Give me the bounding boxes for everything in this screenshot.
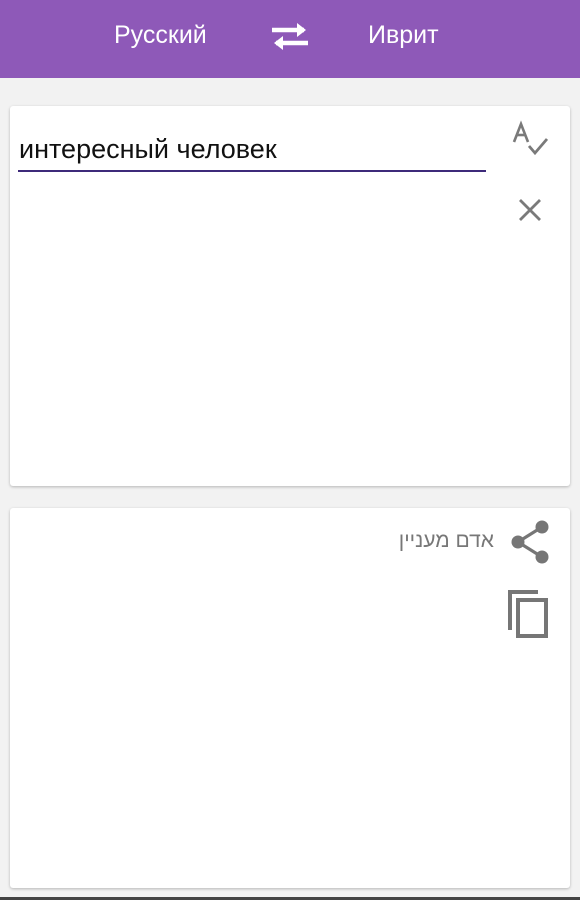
share-button[interactable] (506, 518, 554, 566)
target-language-button[interactable]: Иврит (368, 18, 439, 52)
output-card: אדם מעניין (10, 508, 570, 888)
close-icon (519, 199, 541, 221)
spellcheck-icon (512, 120, 549, 156)
copy-button[interactable] (504, 586, 554, 642)
source-language-button[interactable]: Русский (114, 18, 207, 52)
swap-languages-button[interactable] (268, 19, 312, 53)
spellcheck-button[interactable] (508, 118, 552, 162)
copy-icon (508, 590, 548, 638)
input-card (10, 106, 570, 486)
swap-arrows-icon (272, 23, 308, 50)
clear-button[interactable] (510, 190, 550, 230)
translation-text: אדם מעניין (398, 529, 494, 552)
source-text-input[interactable] (18, 128, 486, 172)
share-icon (511, 520, 549, 564)
app-header: Русский Иврит (0, 0, 580, 78)
